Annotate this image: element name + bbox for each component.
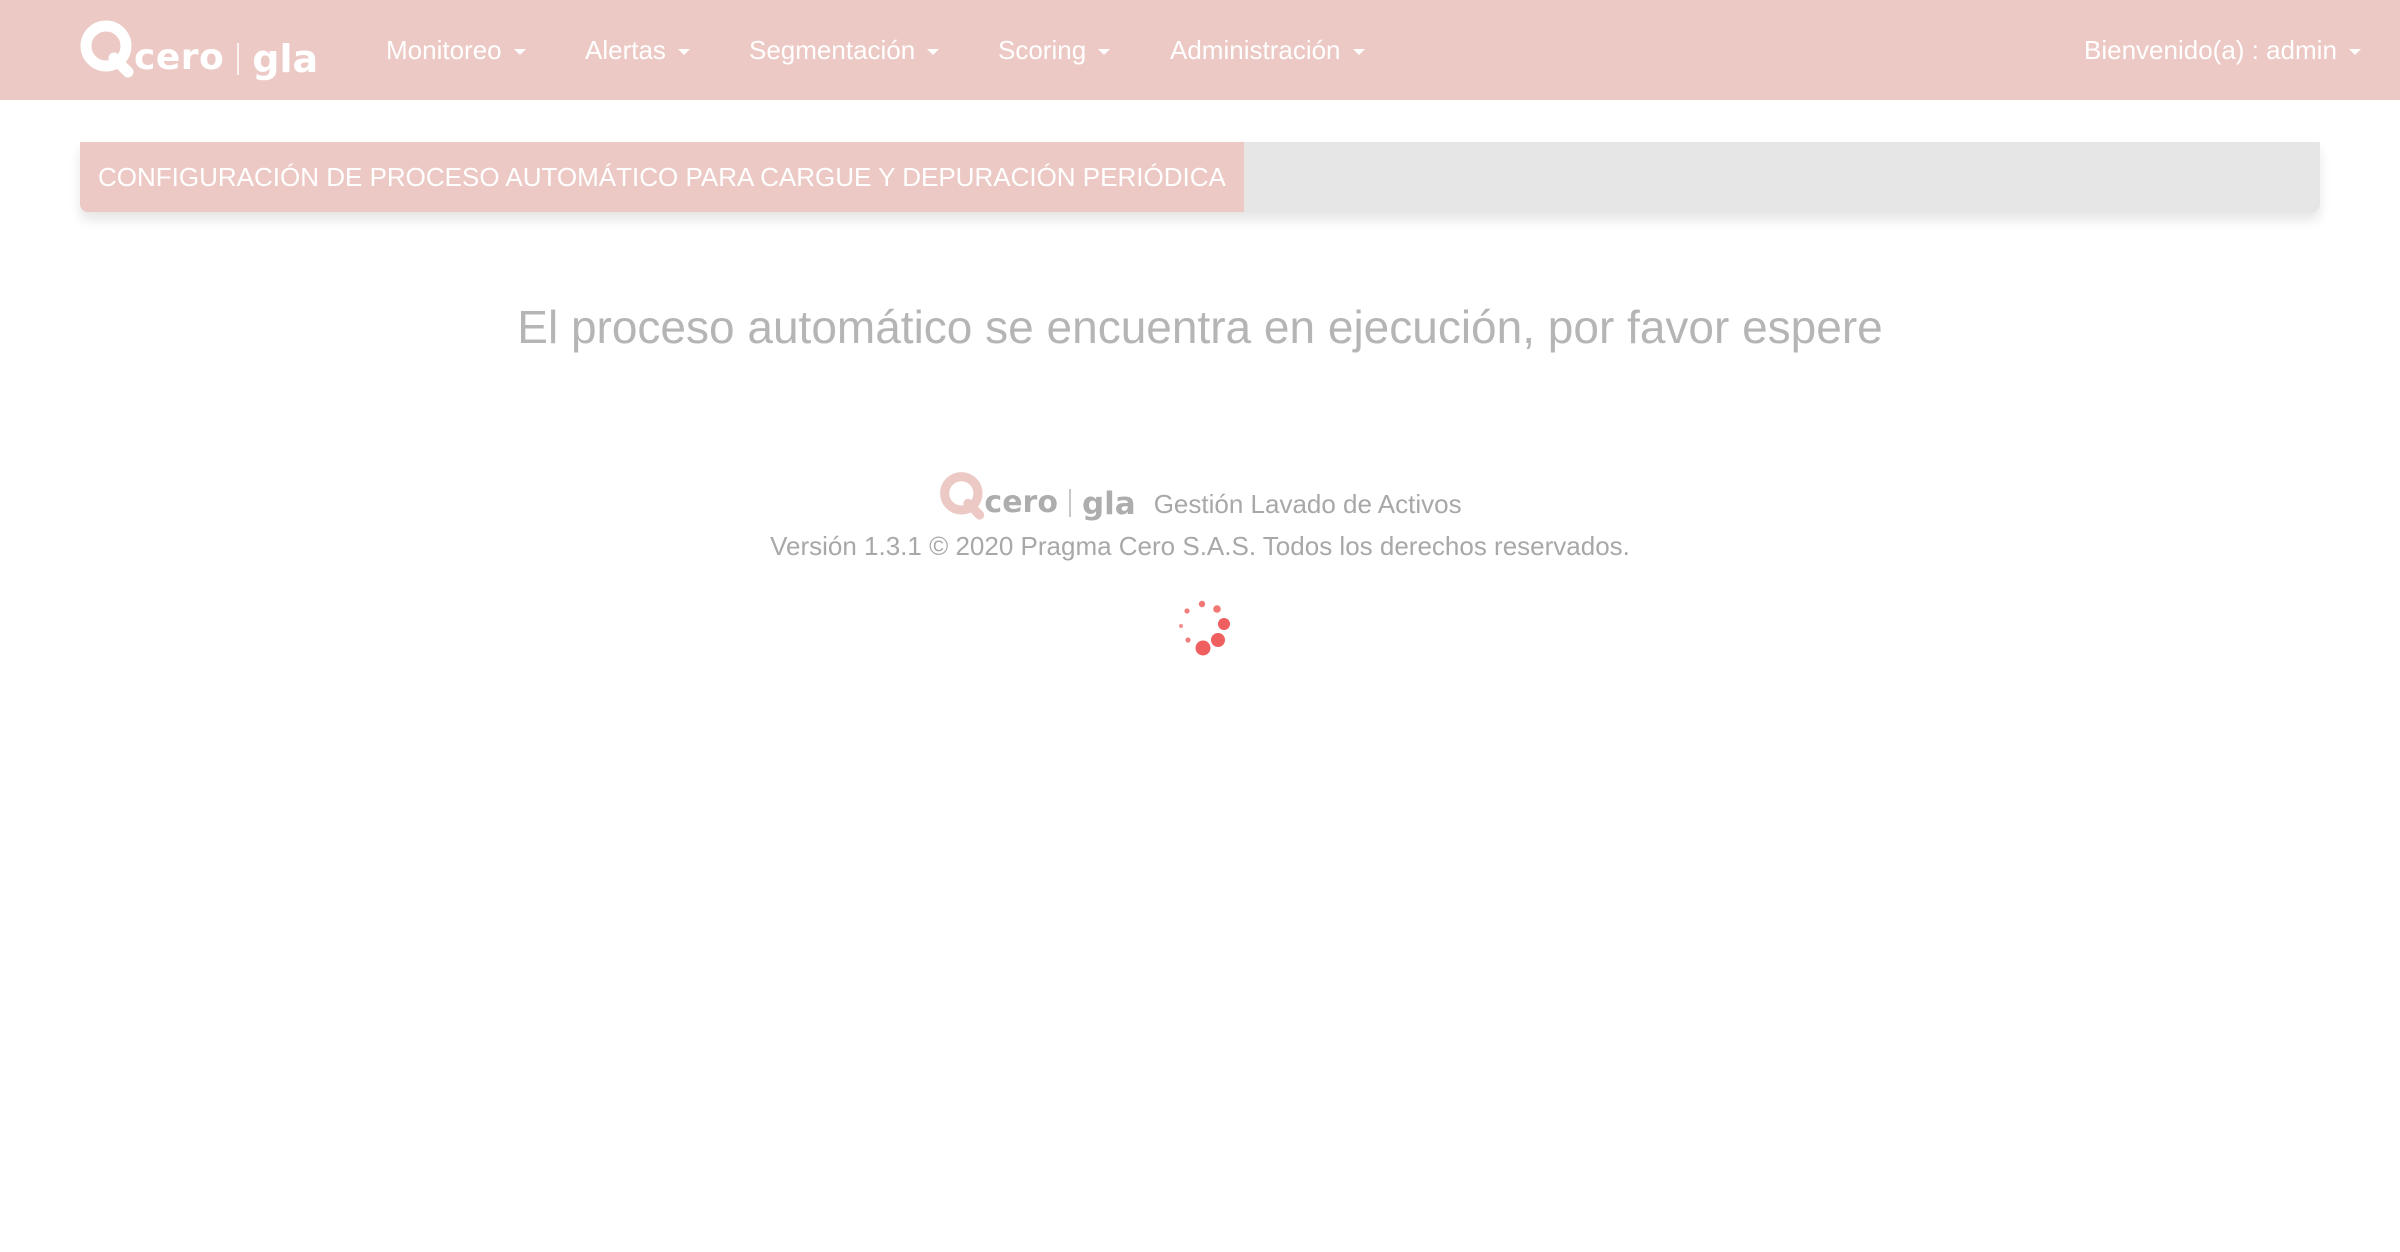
nav-menu-label: Alertas [585,34,666,65]
caret-down-icon [1098,48,1111,55]
caret-down-icon [2348,48,2361,55]
nav-menu-alertas[interactable]: Alertas [585,0,690,100]
brand-logo[interactable]: cero gla [78,12,318,78]
footer-logo-subtext: gla [1081,486,1136,522]
nav-menu-monitoreo[interactable]: Monitoreo [386,0,526,100]
caret-down-icon [927,48,940,55]
footer-logo-separator [1068,489,1071,517]
brand-subtext: gla [252,37,319,81]
caret-down-icon [1352,48,1365,55]
nav-menu-label: Scoring [998,34,1087,65]
logo-mark-icon [80,20,134,78]
footer-version: Versión 1.3.1 © 2020 Pragma Cero S.A.S. … [770,531,1630,561]
panel-title: CONFIGURACIÓN DE PROCESO AUTOMÁTICO PARA… [80,142,1244,212]
nav-menu-scoring[interactable]: Scoring [998,0,1111,100]
process-status-message: El proceso automático se encuentra en ej… [517,301,1883,353]
user-menu[interactable]: Bienvenido(a) : admin [2084,0,2361,100]
footer-brand-row: cero gla Gestión Lavado de Activos [0,460,2400,520]
footer-logo: cero gla [938,470,1136,522]
nav-menu-label: Segmentación [749,34,916,65]
nav-menu-segmentacion[interactable]: Segmentación [749,0,940,100]
top-navbar: cero gla Monitoreo Alertas Segmentación … [0,0,2400,100]
config-panel-header: CONFIGURACIÓN DE PROCESO AUTOMÁTICO PARA… [80,142,2320,212]
caret-down-icon [513,48,526,55]
nav-menu-label: Monitoreo [386,34,502,65]
nav-menu-label: Administración [1170,34,1341,65]
brand-text: cero [134,37,225,78]
footer-tagline: Gestión Lavado de Activos [1153,489,1462,519]
nav-menu-administracion[interactable]: Administración [1170,0,1365,100]
user-menu-label: Bienvenido(a) : admin [2084,34,2337,65]
logo-mark-icon [940,472,985,520]
footer-logo-text: cero [984,485,1058,520]
brand-separator [237,43,240,75]
caret-down-icon [677,48,690,55]
loading-spinner-icon [1179,600,1230,656]
